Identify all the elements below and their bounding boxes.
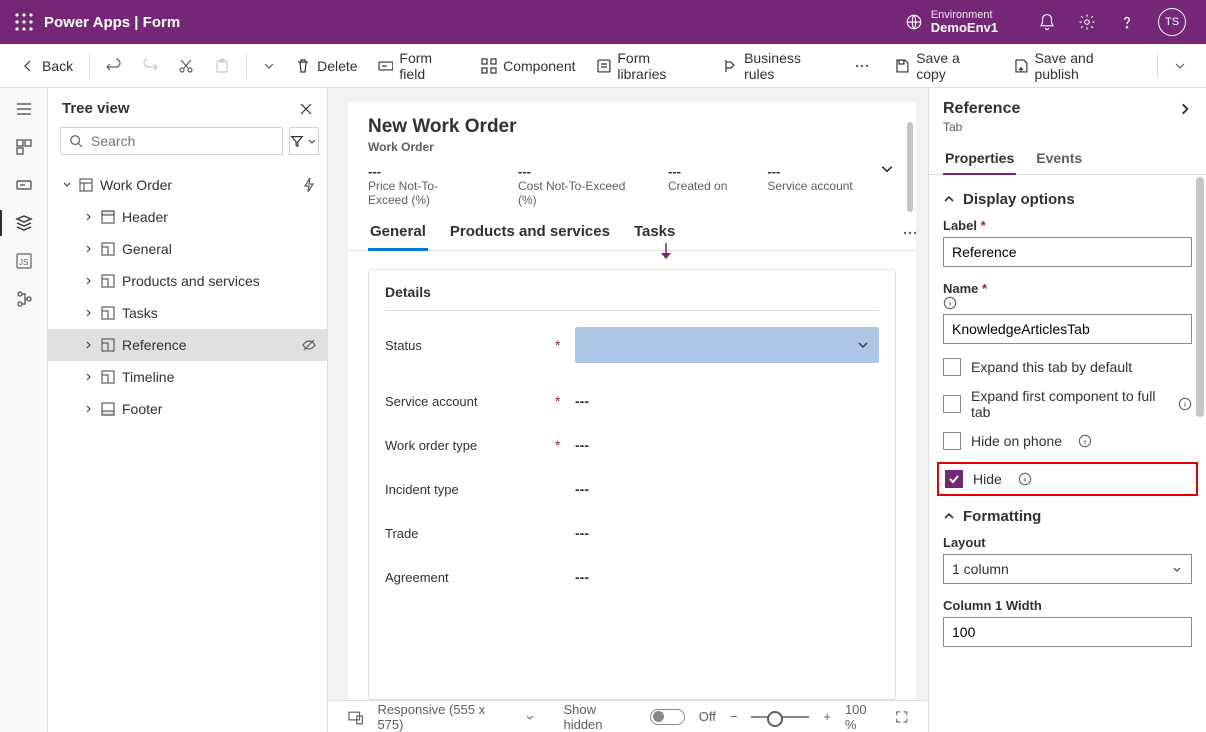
filter-button[interactable] (289, 127, 319, 155)
tree-node-footer[interactable]: Footer (48, 393, 327, 425)
zoom-out-button[interactable]: − (730, 709, 738, 724)
hide-phone-checkbox[interactable]: Hide on phone (943, 432, 1192, 450)
expand-full-checkbox[interactable]: Expand first component to full tab (943, 388, 1192, 420)
delete-button[interactable]: Delete (287, 54, 365, 78)
field-rail-icon[interactable] (15, 176, 33, 194)
cut-button[interactable] (170, 54, 202, 78)
field-row-status[interactable]: Status* (385, 327, 879, 363)
info-icon (1078, 434, 1092, 448)
col-width-input[interactable] (943, 617, 1192, 647)
responsive-chevron[interactable] (524, 711, 536, 723)
environment-picker[interactable]: Environment DemoEnv1 (905, 9, 998, 35)
prop-label-lbl: Label (943, 218, 977, 233)
business-rules-button[interactable]: Business rules (714, 46, 842, 86)
props-tab-properties[interactable]: Properties (943, 142, 1016, 174)
tab-overflow-icon[interactable] (902, 225, 918, 241)
save-copy-button[interactable]: Save a copy (886, 46, 1000, 86)
undo-button[interactable] (98, 54, 130, 78)
component-button[interactable]: Component (473, 54, 583, 78)
redo-button[interactable] (134, 54, 166, 78)
hide-checkbox[interactable]: Hide (945, 470, 1188, 488)
col-width-lbl: Column 1 Width (943, 598, 1192, 613)
prop-label-input[interactable] (943, 237, 1192, 267)
hamburger-icon[interactable] (15, 100, 33, 118)
zoom-label: 100 % (845, 702, 881, 732)
lightning-icon (301, 177, 317, 193)
form-tab-general[interactable]: General (368, 213, 428, 250)
show-hidden-label: Show hidden (563, 702, 636, 732)
info-icon (943, 296, 957, 310)
search-input[interactable] (60, 127, 283, 155)
js-rail-icon[interactable]: JS (15, 252, 33, 270)
summary-expand-icon[interactable] (880, 162, 894, 176)
help-icon[interactable] (1118, 13, 1136, 31)
notifications-icon[interactable] (1038, 13, 1056, 31)
layout-select[interactable]: 1 column (943, 554, 1192, 584)
waffle-icon[interactable] (14, 12, 34, 32)
field-row-incident-type[interactable]: Incident type--- (385, 481, 879, 497)
zoom-fit-icon[interactable] (895, 710, 909, 724)
info-icon (1018, 472, 1032, 486)
expand-default-checkbox[interactable]: Expand this tab by default (943, 358, 1192, 376)
save-publish-button[interactable]: Save and publish (1005, 46, 1149, 86)
components-rail-icon[interactable] (15, 138, 33, 156)
back-button[interactable]: Back (12, 54, 81, 78)
env-label: Environment (931, 9, 998, 21)
tree-node-header[interactable]: Header (48, 201, 327, 233)
layout-lbl: Layout (943, 535, 1192, 550)
tree-root[interactable]: Work Order (48, 169, 327, 201)
tree-node-tasks[interactable]: Tasks (48, 297, 327, 329)
props-subtitle: Tab (929, 120, 1206, 142)
prop-name-lbl: Name (943, 281, 978, 296)
toggle-off-label: Off (699, 709, 716, 724)
zoom-in-button[interactable]: + (823, 709, 831, 724)
tree-node-products[interactable]: Products and services (48, 265, 327, 297)
form-field-button[interactable]: Form field (370, 46, 470, 86)
tree-rail-icon[interactable] (15, 214, 33, 232)
search-field[interactable] (89, 132, 274, 150)
form-subtitle: Work Order (368, 140, 896, 154)
hidden-icon (301, 337, 317, 353)
section-formatting[interactable]: Formatting (943, 508, 1192, 525)
tree-node-timeline[interactable]: Timeline (48, 361, 327, 393)
field-row-agreement[interactable]: Agreement--- (385, 569, 879, 585)
form-tab-products-and-services[interactable]: Products and services (448, 213, 612, 250)
prop-name-input[interactable] (943, 314, 1192, 344)
settings-icon[interactable] (1078, 13, 1096, 31)
back-label: Back (42, 58, 73, 74)
app-title: Power Apps | Form (44, 14, 180, 31)
props-collapse-icon[interactable] (1178, 102, 1192, 116)
field-row-trade[interactable]: Trade--- (385, 525, 879, 541)
close-icon[interactable] (299, 102, 313, 116)
flow-rail-icon[interactable] (15, 290, 33, 308)
svg-text:JS: JS (19, 258, 28, 267)
tree-node-general[interactable]: General (48, 233, 327, 265)
responsive-label[interactable]: Responsive (555 x 575) (377, 702, 509, 732)
props-tab-events[interactable]: Events (1034, 142, 1084, 174)
overflow-button[interactable] (846, 54, 878, 78)
tree-node-reference[interactable]: Reference (48, 329, 327, 361)
card-title: Details (385, 284, 879, 300)
drop-indicator-icon (658, 243, 674, 259)
field-row-service-account[interactable]: Service account*--- (385, 393, 879, 409)
env-value: DemoEnv1 (931, 21, 998, 35)
avatar[interactable]: TS (1158, 8, 1186, 36)
responsive-icon (348, 709, 363, 725)
props-scrollbar[interactable] (1196, 177, 1204, 417)
show-hidden-toggle[interactable] (650, 709, 685, 725)
info-icon (1178, 397, 1192, 411)
save-publish-chevron[interactable] (1166, 56, 1194, 76)
form-title: New Work Order (368, 116, 896, 138)
paste-button[interactable] (206, 54, 238, 78)
more-split-button[interactable] (255, 56, 283, 76)
zoom-slider[interactable] (751, 716, 809, 718)
props-title: Reference (943, 100, 1020, 118)
form-libraries-button[interactable]: Form libraries (588, 46, 711, 86)
tree-title: Tree view (62, 100, 130, 117)
field-row-work-order-type[interactable]: Work order type*--- (385, 437, 879, 453)
section-display-options[interactable]: Display options (943, 191, 1192, 208)
